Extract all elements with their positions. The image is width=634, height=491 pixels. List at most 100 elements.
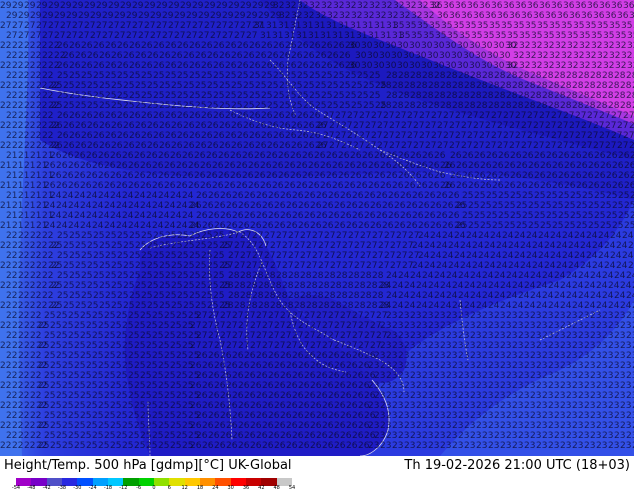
contour-value: 27 xyxy=(431,111,442,121)
contour-value: 23 xyxy=(404,421,415,431)
contour-value: 22 xyxy=(42,231,53,241)
contour-value: 28 xyxy=(440,101,452,111)
contour-value: 22 xyxy=(6,111,17,121)
contour-value: 26 xyxy=(368,161,380,171)
contour-value: 25 xyxy=(504,201,515,211)
contour-value: 22 xyxy=(18,251,29,261)
contour-value: 26 xyxy=(93,61,105,71)
contour-value: 28 xyxy=(590,91,602,101)
contour-value: 24 xyxy=(386,291,398,301)
contour-value: 25 xyxy=(122,321,133,331)
contour-value: 25 xyxy=(57,271,68,281)
contour-value: 27 xyxy=(377,141,388,151)
contour-value: 35 xyxy=(567,31,578,41)
contour-value: 24 xyxy=(430,231,442,241)
contour-value: 24 xyxy=(590,291,602,301)
contour-value: 25 xyxy=(129,251,140,261)
contour-value: 26 xyxy=(69,41,81,51)
contour-value: 23 xyxy=(590,391,601,401)
contour-value: 23 xyxy=(482,371,493,381)
contour-value: 28 xyxy=(264,271,276,281)
contour-value: 25 xyxy=(68,351,79,361)
contour-value: 26 xyxy=(57,61,69,71)
contour-value: 27 xyxy=(329,141,340,151)
contour-value: 26 xyxy=(522,151,534,161)
contour-value: 26 xyxy=(292,211,304,221)
contour-value: 28 xyxy=(560,81,572,91)
contour-value: 23 xyxy=(464,441,475,451)
contour-value: 32 xyxy=(357,1,368,11)
contour-value: 27 xyxy=(336,231,347,241)
legend-tick-label: -54 xyxy=(11,485,21,491)
contour-value: 26 xyxy=(140,181,152,191)
contour-value: 27 xyxy=(497,121,508,131)
contour-value: 25 xyxy=(158,361,169,371)
contour-value: 30 xyxy=(415,51,427,61)
contour-value: 22 xyxy=(6,311,17,321)
contour-value: 26 xyxy=(297,41,309,51)
contour-value: 22 xyxy=(12,101,23,111)
contour-value: 29 xyxy=(180,1,192,11)
contour-value: 30 xyxy=(433,61,445,71)
contour-value: 21 xyxy=(18,211,29,221)
contour-value: 25 xyxy=(38,401,49,411)
contour-value: 26 xyxy=(153,111,165,121)
contour-value: 25 xyxy=(498,211,509,221)
contour-value: 27 xyxy=(348,251,359,261)
contour-value: 25 xyxy=(51,101,62,111)
contour-value: 27 xyxy=(629,121,634,131)
contour-value: 25 xyxy=(44,391,55,401)
contour-value: 29 xyxy=(108,1,120,11)
contour-value: 27 xyxy=(575,111,586,121)
contour-value: 26 xyxy=(442,201,454,211)
contour-value: 26 xyxy=(310,441,322,451)
map-area[interactable]: 29 29 29 29 29 29 29 29 29 29 29 29 29 29 29 29 29 29 29 29… xyxy=(0,0,634,456)
contour-value: 25 xyxy=(159,81,170,91)
contour-value: 25 xyxy=(63,241,74,251)
contour-value: 24 xyxy=(596,301,608,311)
contour-value: 25 xyxy=(462,211,473,221)
contour-value: 25 xyxy=(128,331,139,341)
contour-value: 23 xyxy=(524,421,535,431)
contour-value: 26 xyxy=(422,151,434,161)
contour-value: 27 xyxy=(220,331,231,341)
contour-value: 26 xyxy=(68,181,80,191)
contour-value: 25 xyxy=(189,71,200,81)
contour-value: 28 xyxy=(482,91,494,101)
contour-value: 26 xyxy=(340,211,352,221)
contour-value: 35 xyxy=(411,31,422,41)
temperature-map[interactable]: 29 29 29 29 29 29 29 29 29 29 29 29 29 29 29 29 29 29 29 29… xyxy=(0,0,634,456)
contour-value: 28 xyxy=(488,81,500,91)
contour-value: 30 xyxy=(493,61,505,71)
contour-value: 26 xyxy=(434,151,446,161)
contour-value: 23 xyxy=(392,381,403,391)
contour-value: 22 xyxy=(6,391,17,401)
contour-value: 27 xyxy=(286,341,297,351)
contour-value: 26 xyxy=(62,171,74,181)
contour-value: 23 xyxy=(368,381,379,391)
contour-value: 26 xyxy=(630,151,634,161)
contour-value: 25 xyxy=(63,261,74,271)
contour-value: 26 xyxy=(75,141,87,151)
contour-value: 26 xyxy=(266,171,278,181)
contour-value: 27 xyxy=(72,21,83,31)
contour-value: 26 xyxy=(510,151,522,161)
contour-value: 24 xyxy=(524,281,536,291)
contour-value: 26 xyxy=(268,391,280,401)
contour-value: 25 xyxy=(164,391,175,401)
contour-value: 35 xyxy=(513,21,524,31)
contour-value: 25 xyxy=(56,411,67,421)
contour-value: 25 xyxy=(123,101,134,111)
contour-value: 24 xyxy=(580,261,592,271)
contour-value: 24 xyxy=(98,211,110,221)
contour-value: 25 xyxy=(57,251,68,261)
contour-value: 23 xyxy=(596,361,607,371)
contour-value: 24 xyxy=(404,281,416,291)
contour-value: 24 xyxy=(62,191,74,201)
contour-value: 24 xyxy=(620,281,632,291)
contour-value: 28 xyxy=(548,81,560,91)
contour-value: 23 xyxy=(398,371,409,381)
contour-value: 27 xyxy=(389,141,400,151)
contour-value: 27 xyxy=(288,231,299,241)
contour-value: 26 xyxy=(334,441,346,451)
